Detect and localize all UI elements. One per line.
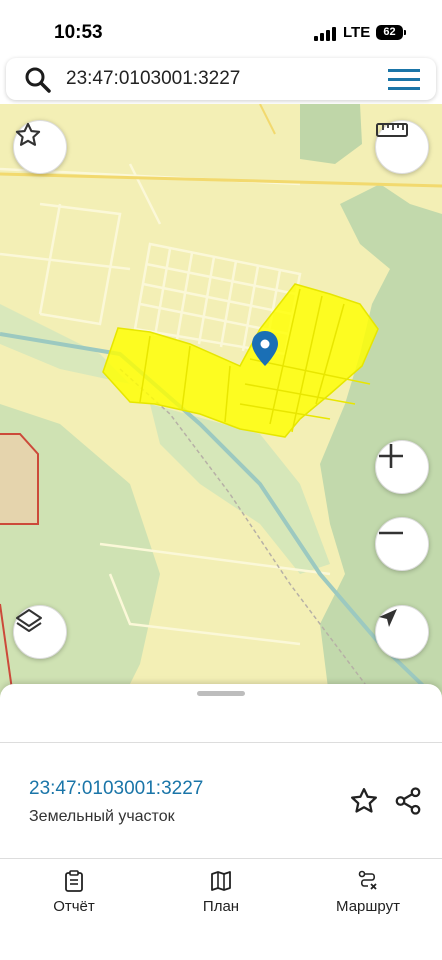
parcel-info-sheet[interactable]: 23:47:0103001:3227 Земельный участок Отч… [0, 684, 442, 960]
menu-icon[interactable] [388, 67, 420, 91]
zoom-in-button[interactable] [375, 440, 429, 494]
search-bar[interactable]: 23:47:0103001:3227 [6, 58, 436, 100]
star-icon [15, 122, 41, 146]
parcel-type: Земельный участок [29, 808, 175, 825]
status-time: 10:53 [54, 22, 103, 43]
parcel-number[interactable]: 23:47:0103001:3227 [29, 778, 203, 800]
report-label: Отчёт [53, 898, 95, 915]
signal-icon [314, 27, 336, 41]
divider [0, 742, 442, 743]
map-icon [211, 871, 231, 891]
sheet-grabber[interactable] [197, 691, 245, 696]
minus-icon [379, 531, 403, 535]
layers-button[interactable] [13, 605, 67, 659]
ruler-button[interactable] [375, 120, 429, 174]
ruler-icon [376, 123, 408, 137]
clipboard-icon [65, 870, 83, 892]
search-icon[interactable] [24, 66, 52, 94]
plan-label: План [202, 898, 240, 915]
navigation-arrow-icon [379, 609, 397, 627]
star-icon[interactable] [349, 786, 379, 816]
map-view[interactable] [0, 104, 442, 704]
share-icon[interactable] [393, 786, 423, 816]
plus-icon [379, 444, 403, 468]
network-label: LTE [343, 24, 371, 41]
status-bar: 10:53 LTE 62 [0, 0, 442, 56]
search-input[interactable]: 23:47:0103001:3227 [66, 68, 240, 90]
plan-button[interactable]: План [161, 870, 281, 915]
locate-button[interactable] [375, 605, 429, 659]
layers-icon [16, 609, 42, 632]
route-label: Маршрут [336, 898, 400, 915]
report-button[interactable]: Отчёт [14, 870, 134, 915]
divider [0, 858, 442, 859]
route-button[interactable]: Маршрут [308, 870, 428, 915]
route-icon [358, 870, 377, 890]
zoom-out-button[interactable] [375, 517, 429, 571]
favorite-map-button[interactable] [13, 120, 67, 174]
battery-icon: 62 [376, 25, 406, 40]
